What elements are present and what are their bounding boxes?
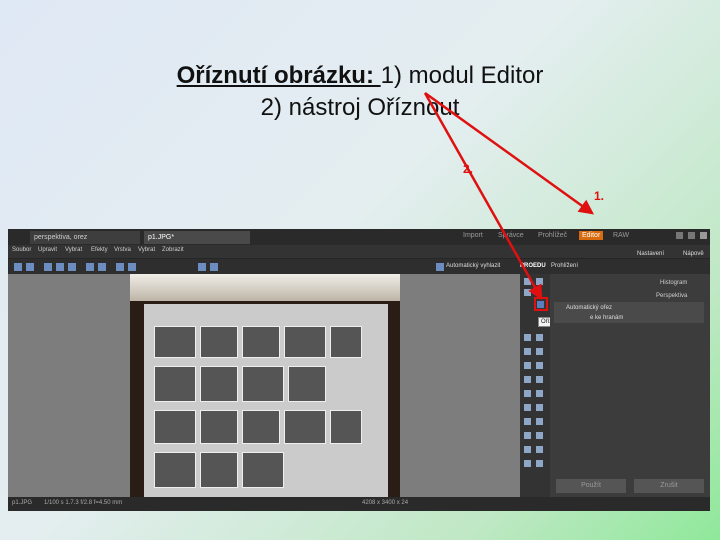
cancel-button[interactable]: Zrušit: [634, 479, 704, 493]
close-icon[interactable]: [700, 232, 707, 239]
view-split-icon[interactable]: [210, 263, 218, 271]
menu-soubor[interactable]: Soubor: [12, 247, 31, 253]
title-rest: 1) modul Editor: [380, 62, 544, 89]
text-tool-icon[interactable]: [524, 418, 531, 425]
tab-perspektiva[interactable]: perspektiva, orez: [30, 231, 140, 244]
marker-1: 1.: [594, 189, 605, 203]
redeye-tool-icon[interactable]: [524, 334, 531, 341]
maximize-icon[interactable]: [688, 232, 695, 239]
marker-2: 2.: [463, 162, 474, 176]
rotate-right-icon[interactable]: [128, 263, 136, 271]
tab-p1[interactable]: p1.JPG*: [144, 231, 250, 244]
save-icon[interactable]: [56, 263, 64, 271]
burn-tool-icon[interactable]: [536, 376, 543, 383]
auto-fix-icon[interactable]: [436, 263, 444, 271]
module-editor[interactable]: Editor: [579, 231, 604, 240]
menu-vybrat[interactable]: Vybrat: [65, 247, 82, 253]
view-single-icon[interactable]: [198, 263, 206, 271]
sharpen-tool-icon[interactable]: [536, 390, 543, 397]
status-exif: 1/100 s 1.7.3 f/2.8 f=4.50 mm: [44, 500, 123, 506]
heal-tool-icon[interactable]: [536, 348, 543, 355]
title-bold: Oříznutí obrázku:: [176, 62, 381, 89]
pro-edu-label: PROEDU: [520, 263, 546, 269]
dodge-tool-icon[interactable]: [524, 376, 531, 383]
line-tool-icon[interactable]: [524, 460, 531, 467]
exhibition-panel: [144, 304, 388, 497]
tab-bar: perspektiva, orez p1.JPG* Import Správce…: [8, 229, 710, 245]
module-prohlizec[interactable]: Prohlížeč: [538, 232, 567, 239]
app-window: perspektiva, orez p1.JPG* Import Správce…: [8, 229, 710, 511]
edge-option[interactable]: e ke hranám: [590, 315, 623, 321]
apply-button[interactable]: Použít: [556, 479, 626, 493]
move-tool-icon[interactable]: [536, 278, 543, 285]
photo-background: [130, 274, 400, 301]
blur-tool-icon[interactable]: [524, 390, 531, 397]
menu-bar: Soubor Upravit Vybrat Efekty Vrstva Vybr…: [8, 245, 710, 258]
brush-tool-icon[interactable]: [536, 334, 543, 341]
wand-tool-icon[interactable]: [524, 432, 531, 439]
help-label[interactable]: Nápově: [683, 251, 704, 257]
slide-title: Oříznutí obrázku: 1) modul Editor 2) nás…: [0, 60, 720, 124]
copy-icon[interactable]: [86, 263, 94, 271]
shape-tool-icon[interactable]: [536, 404, 543, 411]
menu-zobrazit[interactable]: Zobrazit: [162, 247, 184, 253]
menu-efekty[interactable]: Efekty: [91, 247, 108, 253]
status-size: 4208 x 3400 x 24: [362, 500, 409, 506]
module-spravce[interactable]: Správce: [498, 232, 524, 239]
undo-icon[interactable]: [14, 263, 22, 271]
select-tool-icon[interactable]: [524, 289, 531, 296]
arrow-tool-icon[interactable]: [524, 278, 531, 285]
minimize-icon[interactable]: [676, 232, 683, 239]
module-import[interactable]: Import: [463, 232, 483, 239]
preview-label[interactable]: Prohlížení: [551, 263, 578, 269]
menu-vybrat-2[interactable]: Vybrat: [138, 247, 155, 253]
print-icon[interactable]: [68, 263, 76, 271]
crop-tool-highlight: [534, 297, 548, 311]
eyedropper-tool-icon[interactable]: [536, 432, 543, 439]
auto-crop-option[interactable]: Automatický ořez: [566, 305, 612, 311]
title-line2: 2) nástroj Oříznout: [260, 94, 460, 121]
open-icon[interactable]: [44, 263, 52, 271]
paste-icon[interactable]: [98, 263, 106, 271]
settings-label[interactable]: Nastavení: [637, 251, 664, 257]
histogram-header[interactable]: Histogram: [660, 280, 687, 286]
image-canvas[interactable]: [8, 274, 520, 497]
main-toolbar: Automatický vyhlazit PROEDU Prohlížení N…: [8, 251, 710, 275]
rotate-left-icon[interactable]: [116, 263, 124, 271]
module-raw[interactable]: RAW: [613, 232, 629, 239]
photo: [130, 274, 400, 497]
menu-upravit[interactable]: Upravit: [38, 247, 57, 253]
eraser-tool-icon[interactable]: [524, 362, 531, 369]
auto-fix-label[interactable]: Automatický vyhlazit: [446, 263, 500, 269]
status-bar: p1.JPG 1/100 s 1.7.3 f/2.8 f=4.50 mm 420…: [8, 497, 710, 511]
zoom-tool-icon[interactable]: [524, 446, 531, 453]
right-panel: Histogram Perspektiva Automatický ořez e…: [550, 274, 710, 497]
status-file: p1.JPG: [12, 500, 33, 506]
fill-tool-icon[interactable]: [536, 362, 543, 369]
lasso-tool-icon[interactable]: [536, 418, 543, 425]
redo-icon[interactable]: [26, 263, 34, 271]
tool-palette: Oříznout (C): [520, 274, 578, 497]
hand-tool-icon[interactable]: [536, 446, 543, 453]
perspective-header[interactable]: Perspektiva: [656, 293, 687, 299]
color-tool-icon[interactable]: [536, 460, 543, 467]
clone-tool-icon[interactable]: [524, 348, 531, 355]
gradient-tool-icon[interactable]: [524, 404, 531, 411]
menu-vrstva[interactable]: Vrstva: [114, 247, 131, 253]
